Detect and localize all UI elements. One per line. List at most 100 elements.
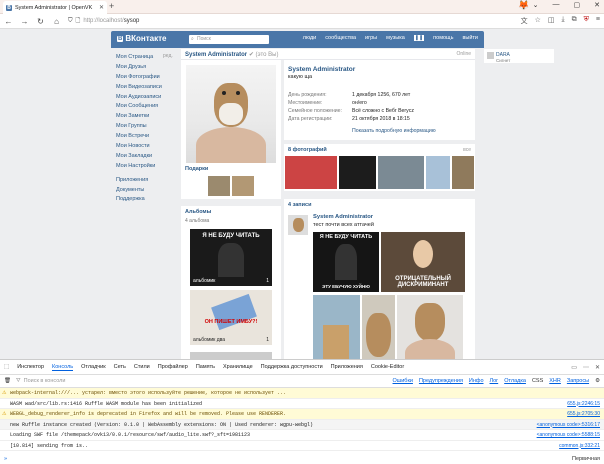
menu-support[interactable]: Поддержка [116,195,176,205]
minimize-icon[interactable]: — [553,1,560,9]
downloads-icon[interactable]: ⤓ [562,16,565,26]
console-input-line[interactable]: » Первичная [0,452,604,464]
bookmark-star-icon[interactable]: ☆ [535,16,541,26]
filter-requests[interactable]: Запросы [567,378,589,384]
menu-friends[interactable]: Мои Друзья [116,63,176,73]
filter-errors[interactable]: Ошибки [393,378,413,384]
nav-people[interactable]: люди [303,35,317,41]
url-text[interactable]: http://localhost/sysop [83,18,139,24]
close-window-icon[interactable]: ✕ [594,1,600,9]
menu-apps[interactable]: Приложения [116,176,176,186]
gift-thumb[interactable] [208,176,230,196]
filter-warnings[interactable]: Предупреждения [419,378,463,384]
nav-games[interactable]: игры [365,35,377,41]
photo-thumb[interactable] [378,156,424,189]
show-more-link[interactable]: Показать подробную информацию [352,128,436,134]
tab-debugger[interactable]: Отладчик [81,364,106,370]
maximize-icon[interactable]: ▢ [574,1,581,9]
tab-list-icon[interactable]: ⌄ [533,1,539,9]
avatar[interactable] [186,65,276,163]
translate-icon[interactable]: 文 [521,16,528,26]
trash-icon[interactable]: 🗑 [4,378,11,384]
post-author[interactable]: System Administrator [313,214,373,220]
filter-info[interactable]: Инфо [469,378,484,384]
forward-icon[interactable]: → [20,17,29,26]
console-context-select[interactable]: Первичная [572,456,600,462]
wall-label[interactable]: 4 записи [288,202,311,208]
new-tab-button[interactable]: + [109,1,114,11]
close-devtools-icon[interactable]: ✕ [595,364,600,371]
nav-communities[interactable]: сообщества [325,35,356,41]
console-source-link[interactable]: <anonymous code>:5316:17 [537,420,600,431]
tab-styles[interactable]: Стили [134,364,150,370]
console-source-link[interactable]: common.js:332:21 [559,441,600,452]
tab-console[interactable]: Консоль [52,364,74,371]
filter-log[interactable]: Лог [490,378,499,384]
menu-messages[interactable]: Мои Сообщения [116,102,176,112]
gifts-label[interactable]: Подарки [185,166,208,172]
pause-icon[interactable]: ❚❚ [413,35,425,41]
address-bar[interactable]: ⛉ 🗋 http://localhost/sysop [68,16,514,26]
home-icon[interactable]: ⌂ [52,17,61,26]
menu-photos[interactable]: Мои Фотографии [116,73,176,83]
nav-help[interactable]: помощь [433,35,453,41]
right-widget[interactable]: DARA Сигнет [484,49,554,63]
gift-thumb[interactable] [232,176,254,196]
post-image[interactable] [362,295,395,359]
responsive-icon[interactable]: ▭ [571,364,577,371]
profile-status[interactable]: какую ща [288,74,312,80]
search-input[interactable]: ⌕ Поиск [189,35,269,44]
menu-news[interactable]: Мои Новости [116,142,176,152]
post-image[interactable]: отрицательный дискриминант [381,232,465,292]
tab-network[interactable]: Сеть [114,364,126,370]
menu-bookmarks[interactable]: Мои Закладки [116,152,176,162]
filter-xhr[interactable]: XHR [549,378,561,384]
post-image[interactable]: я не буду читать эту ебучую хуйню [313,232,379,292]
filter-css[interactable]: CSS [532,378,543,384]
profile-header-name[interactable]: System Administrator ✔ (это Вы) [185,51,278,58]
info-value[interactable]: Всё сложно с Beбr Berycz [352,108,414,114]
album-card[interactable]: я не буду читать альбомик 1 [190,229,272,286]
menu-events[interactable]: Мои Встречи [116,132,176,142]
menu-settings[interactable]: Мои Настройки [116,162,176,172]
shield-icon[interactable]: ⛉ [68,18,73,25]
menu-notes[interactable]: Мои Заметки [116,112,176,122]
ublock-icon[interactable]: ⛨ [584,16,589,26]
back-icon[interactable]: ← [4,17,13,26]
tab-memory[interactable]: Память [196,364,215,370]
photo-thumb[interactable] [285,156,337,189]
console-source-link[interactable]: 655.js:2705:30 [567,409,600,420]
post-avatar[interactable] [288,215,308,235]
photos-all-link[interactable]: все [463,147,471,153]
tab-inspector[interactable]: Инспектор [17,364,44,370]
nav-music[interactable]: музыка [386,35,405,41]
post-image[interactable] [313,295,360,359]
photos-label[interactable]: 8 фотографий [288,147,327,153]
photo-thumb[interactable] [426,156,450,189]
console-filter-input[interactable]: ⛛ Поиск в консоли [16,378,186,385]
nav-logout[interactable]: выйти [462,35,478,41]
tab-cookie-editor[interactable]: Cookie-Editor [371,364,404,370]
console-source-link[interactable]: <anonymous code>:5588:15 [537,430,600,441]
tab-application[interactable]: Приложения [331,364,363,370]
albums-label[interactable]: Альбомы [185,209,211,215]
pocket-icon[interactable]: ◫ [548,16,555,26]
browser-tab[interactable]: В System Administrator | OpenVK ✕ [3,1,107,14]
edit-menu-link[interactable]: ред. [163,53,173,59]
post-image[interactable] [397,295,463,359]
reload-icon[interactable]: ↻ [36,17,45,26]
tab-profiler[interactable]: Профайлер [158,364,188,370]
menu-icon[interactable]: ≡ [596,16,600,26]
pick-element-icon[interactable]: ⬚ [4,364,9,370]
tab-accessibility[interactable]: Поддержка доступности [261,364,323,370]
console-settings-icon[interactable]: ⚙ [595,378,600,384]
tab-storage[interactable]: Хранилище [223,364,253,370]
vk-logo[interactable]: В ВКонтакте [117,34,166,43]
filter-debug[interactable]: Отладка [504,378,526,384]
menu-videos[interactable]: Мои Видеозаписи [116,83,176,93]
menu-docs[interactable]: Документы [116,186,176,196]
album-card[interactable]: он пишет имбу?! альбомик два 1 [190,290,272,345]
extensions-icon[interactable]: ⧉ [572,16,577,26]
album-card[interactable] [190,352,272,359]
more-options-icon[interactable]: ⋯ [583,364,589,371]
